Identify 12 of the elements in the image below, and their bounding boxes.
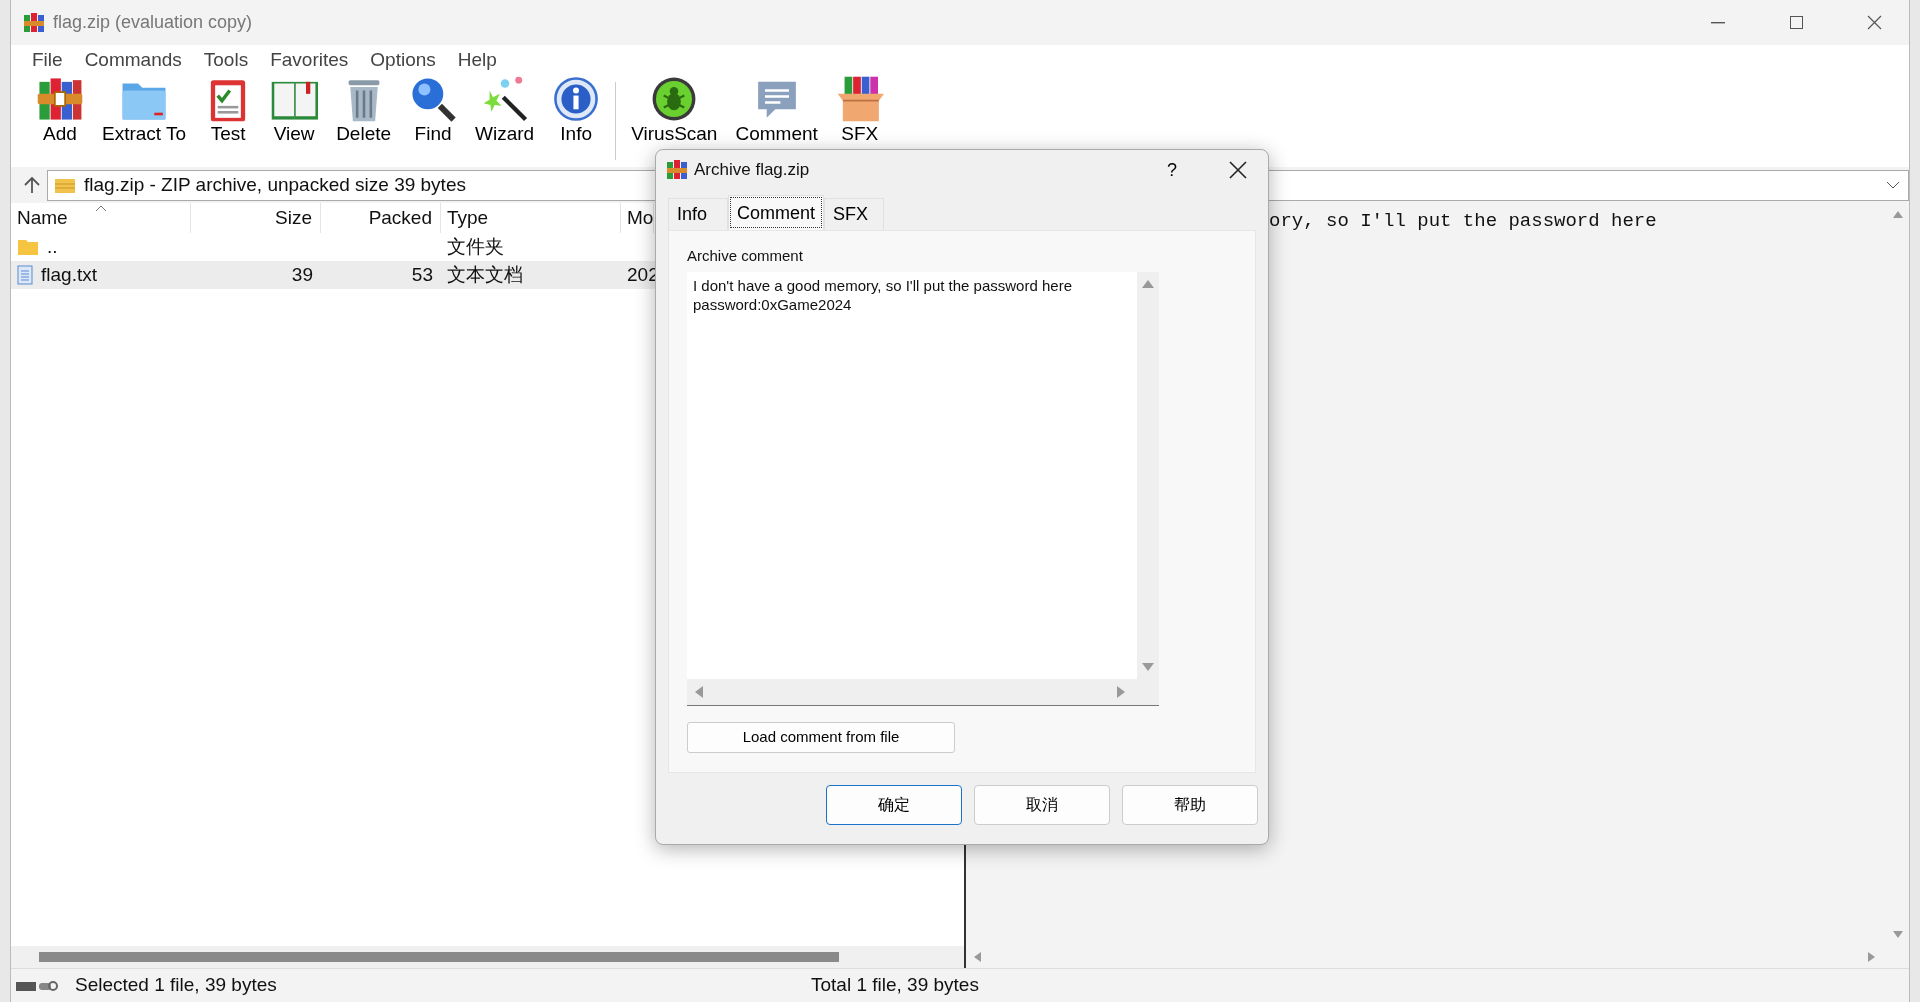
table-cell: 53 xyxy=(411,263,433,285)
dialog-title: Archive flag.zip xyxy=(694,159,811,182)
table-cell: 39 xyxy=(291,263,313,285)
status-text: Total 1 file, 39 bytes xyxy=(811,973,979,998)
window-title: flag.zip (evaluation copy) xyxy=(53,11,253,34)
table-cell: 文件夹 xyxy=(447,235,504,257)
status-text: Selected 1 file, 39 bytes xyxy=(75,973,277,998)
preview-text: ory, so I'll put the password here xyxy=(1269,210,1657,232)
file-name: .. xyxy=(47,234,58,259)
address-text: flag.zip - ZIP archive, unpacked size 39 bytes xyxy=(84,172,466,197)
file-name: flag.txt xyxy=(41,262,97,287)
table-cell: 文本文档 xyxy=(447,263,523,285)
